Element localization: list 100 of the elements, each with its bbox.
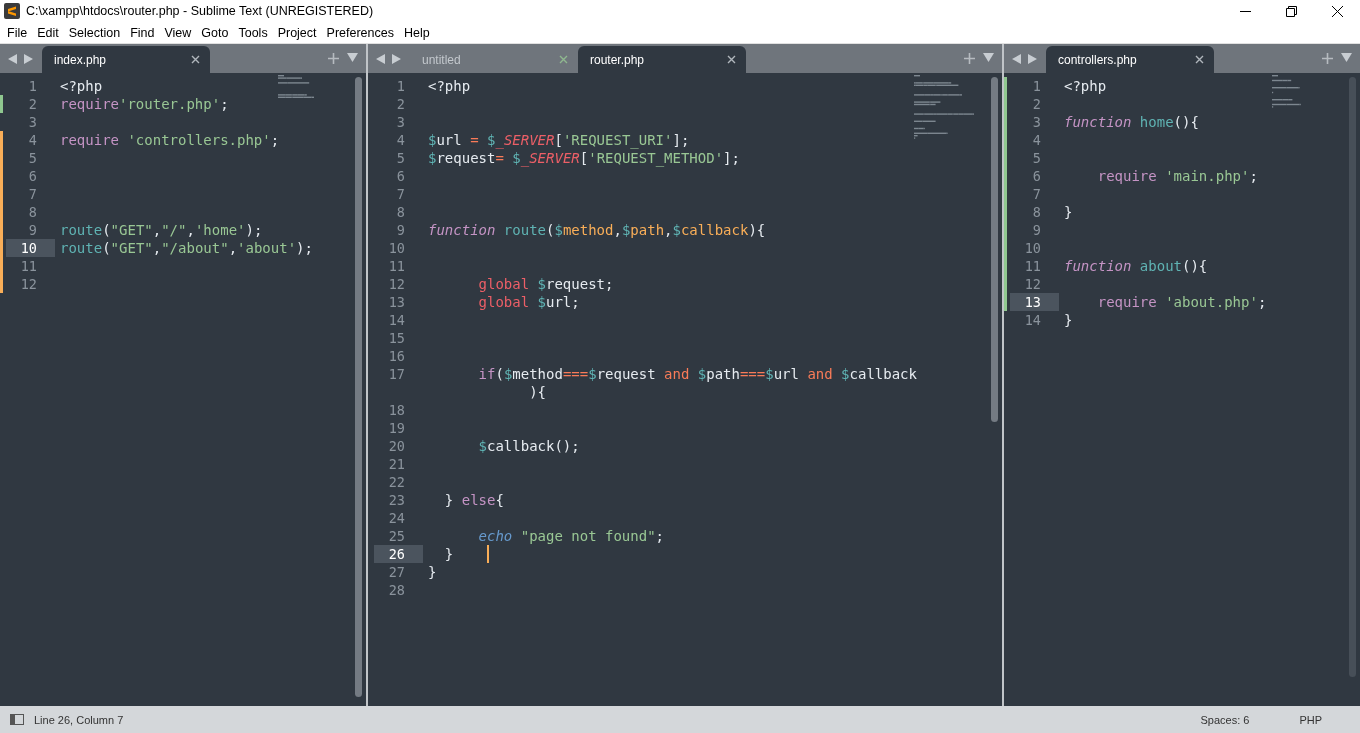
file-tab[interactable]: index.php — [42, 46, 210, 73]
code-line: global $request; — [477, 275, 614, 293]
line-number: 12 — [1023, 275, 1042, 293]
line-number: 8 — [1031, 203, 1042, 221]
line-number: 10 — [6, 239, 55, 257]
syntax-setting[interactable]: PHP — [1299, 713, 1322, 726]
line-number: 21 — [387, 455, 406, 473]
line-number: 7 — [1031, 185, 1042, 203]
line-number: 6 — [27, 167, 38, 185]
line-number: 5 — [395, 149, 406, 167]
line-number: 9 — [1031, 221, 1042, 239]
code-line: echo "page not found"; — [477, 527, 664, 545]
plus-icon[interactable] — [964, 53, 975, 64]
code-line: } — [1063, 311, 1073, 329]
code-line: require 'controllers.php'; — [59, 131, 280, 149]
code-line: } — [427, 563, 437, 581]
code-line: require 'about.php'; — [1096, 293, 1267, 311]
line-number: 15 — [387, 329, 406, 347]
line-number: 10 — [387, 239, 406, 257]
nav-arrows-icon[interactable] — [376, 53, 402, 64]
dropdown-icon[interactable] — [347, 53, 358, 62]
line-number: 25 — [387, 527, 406, 545]
line-number: 17 — [387, 365, 406, 384]
menu-item[interactable]: View — [159, 23, 197, 42]
menu-item[interactable]: Help — [398, 23, 435, 42]
close-icon[interactable] — [191, 55, 200, 64]
line-number: 11 — [19, 257, 38, 275]
line-number: 8 — [27, 203, 38, 221]
plus-icon[interactable] — [328, 53, 339, 64]
line-number: 22 — [387, 473, 406, 491]
code-line: ){ — [528, 383, 547, 401]
app-logo-icon — [4, 3, 20, 19]
line-number: 14 — [1023, 311, 1042, 329]
code-line: <?php — [59, 77, 103, 95]
line-number: 14 — [387, 311, 406, 329]
line-number: 9 — [27, 221, 38, 239]
line-number: 2 — [27, 95, 38, 113]
menu-item[interactable]: Tools — [233, 23, 273, 42]
file-tab[interactable]: router.php — [578, 46, 746, 73]
line-number: 4 — [395, 131, 406, 149]
cursor-position: Line 26, Column 7 — [34, 713, 124, 726]
line-number: 2 — [395, 95, 406, 113]
line-number: 12 — [387, 275, 406, 293]
line-number: 19 — [387, 419, 406, 437]
close-icon[interactable] — [727, 55, 736, 64]
line-number: 6 — [1031, 167, 1042, 185]
line-number: 4 — [27, 131, 38, 149]
indentation-setting[interactable]: Spaces: 6 — [1200, 713, 1250, 726]
line-number: 11 — [387, 257, 406, 275]
file-tab[interactable]: controllers.php — [1046, 46, 1214, 73]
line-number: 24 — [387, 509, 406, 527]
code-line: route("GET","/",'home'); — [59, 221, 263, 239]
line-number: 5 — [27, 149, 38, 167]
code-line: require 'main.php'; — [1096, 167, 1258, 185]
menu-item[interactable]: Find — [125, 23, 160, 42]
menu-item[interactable]: Goto — [196, 23, 234, 42]
code-line: global $url; — [477, 293, 580, 311]
line-number: 4 — [1031, 131, 1042, 149]
line-number: 16 — [387, 347, 406, 365]
menu-item[interactable]: Selection — [63, 23, 126, 42]
dropdown-icon[interactable] — [1341, 53, 1352, 62]
line-number: 7 — [395, 185, 406, 203]
line-number: 28 — [387, 581, 406, 599]
menu-item[interactable]: Edit — [32, 23, 64, 42]
plus-icon[interactable] — [1322, 53, 1333, 64]
code-line: <?php — [1063, 77, 1107, 95]
menu-item[interactable]: File — [2, 23, 33, 42]
code-line: function route($method,$path,$callback){ — [427, 221, 766, 239]
line-number: 3 — [27, 113, 38, 131]
line-number: 10 — [1023, 239, 1042, 257]
code-line: } else{ — [443, 491, 504, 509]
line-number: 3 — [1031, 113, 1042, 131]
line-number: 13 — [387, 293, 406, 311]
nav-arrows-icon[interactable] — [8, 53, 34, 64]
line-number: 3 — [395, 113, 406, 131]
menu-item[interactable]: Preferences — [321, 23, 399, 42]
window-title: C:\xampp\htdocs\router.php - Sublime Text (UNREGISTERED) — [26, 4, 375, 18]
code-line: $request= $_SERVER['REQUEST_METHOD']; — [427, 149, 740, 167]
code-line: $url = $_SERVER['REQUEST_URI']; — [427, 131, 690, 149]
scrollbar[interactable] — [355, 77, 362, 697]
code-line: <?php — [427, 77, 471, 95]
line-number: 12 — [19, 275, 38, 293]
code-line: require'router.php'; — [59, 95, 229, 113]
line-number: 20 — [387, 437, 406, 455]
line-number: 11 — [1023, 257, 1042, 275]
panel-toggle-icon[interactable] — [10, 714, 24, 725]
menu-item[interactable]: Project — [272, 23, 322, 42]
line-number: 1 — [27, 77, 38, 95]
dropdown-icon[interactable] — [983, 53, 994, 62]
code-line: route("GET","/about",'about'); — [59, 239, 313, 257]
scrollbar[interactable] — [991, 77, 998, 422]
code-line: } — [423, 545, 489, 563]
line-number: 9 — [395, 221, 406, 239]
code-line: function home(){ — [1063, 113, 1199, 131]
restore-icon[interactable] — [1285, 5, 1297, 17]
close-icon[interactable] — [1331, 5, 1343, 17]
code-line: if($method===$request and $path===$url and $callback — [477, 365, 917, 383]
close-icon[interactable] — [1195, 55, 1204, 64]
nav-arrows-icon[interactable] — [1012, 53, 1038, 64]
line-number: 8 — [395, 203, 406, 221]
